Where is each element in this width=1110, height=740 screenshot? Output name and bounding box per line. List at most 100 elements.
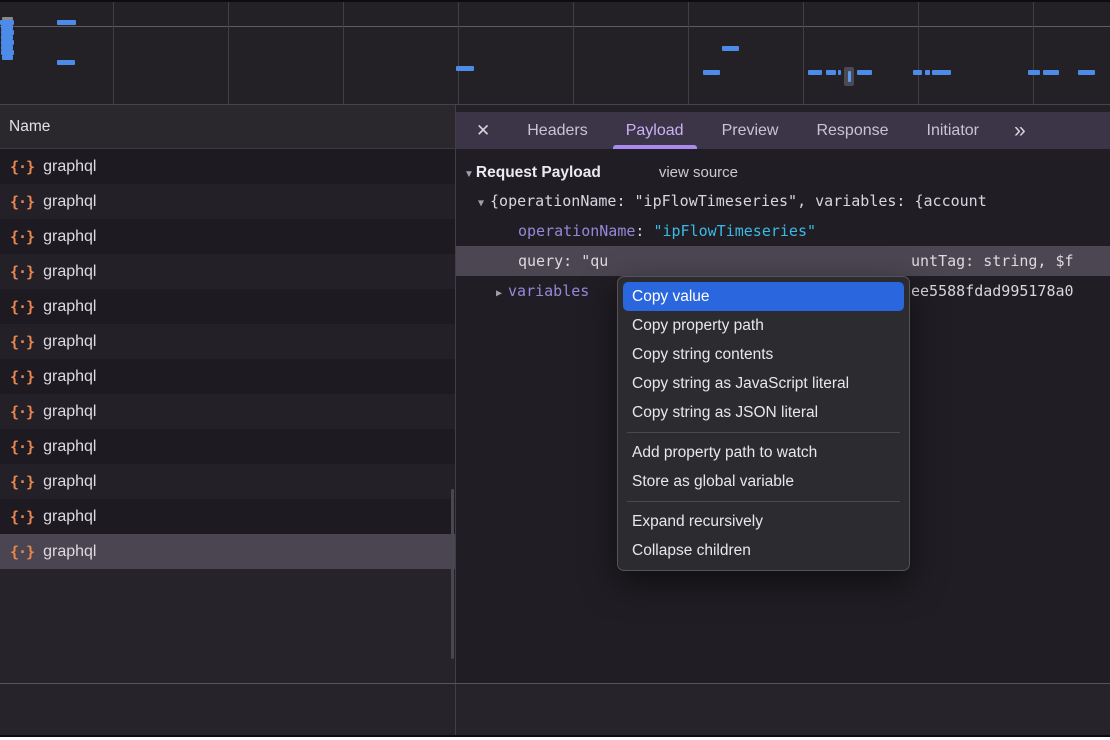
- overview-gridline: [458, 2, 459, 104]
- menu-item-expand-recursively[interactable]: Expand recursively: [618, 507, 909, 536]
- request-timing-bar: [838, 70, 841, 75]
- request-row[interactable]: {·} graphql: [0, 464, 455, 499]
- tab-response[interactable]: Response: [797, 112, 907, 149]
- menu-item-copy-string-as-json-literal[interactable]: Copy string as JSON literal: [618, 398, 909, 427]
- operation-name-row[interactable]: operationName: "ipFlowTimeseries": [456, 216, 1110, 246]
- menu-item-copy-value[interactable]: Copy value: [623, 282, 904, 311]
- overview-gridline: [113, 2, 114, 104]
- json-braces-icon: {·}: [10, 368, 34, 386]
- request-row[interactable]: {·} graphql: [0, 394, 455, 429]
- request-name-label: graphql: [43, 228, 96, 246]
- request-timing-bar: [913, 70, 922, 75]
- request-name-label: graphql: [43, 158, 96, 176]
- json-braces-icon: {·}: [10, 193, 34, 211]
- request-row[interactable]: {·} graphql: [0, 499, 455, 534]
- tab-preview[interactable]: Preview: [703, 112, 798, 149]
- request-name-label: graphql: [43, 193, 96, 211]
- menu-item-copy-string-contents[interactable]: Copy string contents: [618, 340, 909, 369]
- request-row[interactable]: {·}graphql: [0, 254, 455, 289]
- request-timing-bar: [1028, 70, 1040, 75]
- property-key: variables: [508, 282, 589, 300]
- json-braces-icon: {·}: [10, 508, 34, 526]
- expand-triangle-icon[interactable]: ▶: [496, 288, 502, 299]
- menu-item-copy-string-as-javascript-literal[interactable]: Copy string as JavaScript literal: [618, 369, 909, 398]
- column-header-name[interactable]: Name: [0, 105, 456, 149]
- tab-payload[interactable]: Payload: [607, 112, 703, 149]
- menu-separator: [627, 501, 900, 502]
- more-tabs-icon[interactable]: »: [1000, 119, 1040, 143]
- request-row[interactable]: {·} graphql: [0, 184, 455, 219]
- request-row[interactable]: {·} graphql: [0, 359, 455, 394]
- menu-item-add-property-path-to-watch[interactable]: Add property path to watch: [618, 438, 909, 467]
- query-right-text: untTag: string, $f: [911, 246, 1074, 276]
- request-name-label: graphql: [43, 368, 96, 386]
- overview-gridline: [918, 2, 919, 104]
- request-timing-bar: [722, 46, 739, 51]
- menu-separator: [627, 432, 900, 433]
- object-preview-row[interactable]: ▼{operationName: "ipFlowTimeseries", var…: [456, 186, 1110, 216]
- request-row[interactable]: {·} graphql: [0, 289, 455, 324]
- request-name-label: graphql: [43, 473, 96, 491]
- overview-gridline: [573, 2, 574, 104]
- menu-item-collapse-children[interactable]: Collapse children: [618, 536, 909, 565]
- json-braces-icon: {·}: [10, 333, 34, 351]
- overview-gridline: [688, 2, 689, 104]
- json-braces-icon: {·}: [10, 438, 34, 456]
- request-row[interactable]: {·}graphql: [0, 219, 455, 254]
- request-timing-bar: [826, 70, 836, 75]
- request-timing-bar: [925, 70, 930, 75]
- header-band: Name ✕ HeadersPayloadPreviewResponseInit…: [0, 105, 1110, 149]
- property-value: "ipFlowTimeseries": [653, 222, 816, 240]
- status-bar-left: [0, 684, 456, 735]
- tab-initiator[interactable]: Initiator: [908, 112, 998, 149]
- request-timing-bar: [932, 70, 951, 75]
- overview-gridline: [803, 2, 804, 104]
- request-timing-bar: [808, 70, 822, 75]
- query-row-selected[interactable]: query: "qu untTag: string, $f: [456, 246, 1110, 276]
- json-braces-icon: {·}: [10, 473, 34, 491]
- json-braces-icon: {·}: [10, 543, 34, 561]
- network-overview-timeline[interactable]: [0, 0, 1110, 105]
- request-name-label: graphql: [43, 543, 96, 561]
- expand-triangle-icon[interactable]: ▼: [478, 198, 484, 209]
- overview-gridline: [1033, 2, 1034, 104]
- section-title: Request Payload: [476, 164, 601, 182]
- menu-item-copy-property-path[interactable]: Copy property path: [618, 311, 909, 340]
- query-left-text: query: "qu: [518, 252, 608, 270]
- json-braces-icon: {·}: [10, 298, 34, 316]
- request-name-label: graphql: [43, 333, 96, 351]
- request-row[interactable]: {·} graphql: [0, 324, 455, 359]
- request-row[interactable]: {·} graphql: [0, 534, 455, 569]
- context-menu: Copy valueCopy property pathCopy string …: [617, 276, 910, 571]
- main-split: {·} graphql {·} graphql {·} graphql {·} graphql…: [0, 149, 1110, 683]
- request-name-label: graphql: [43, 403, 96, 421]
- request-timing-bar: [57, 60, 75, 65]
- devtools-network-panel: Name ✕ HeadersPayloadPreviewResponseInit…: [0, 0, 1110, 737]
- selected-request-marker: [844, 67, 854, 86]
- request-row[interactable]: {·} graphql: [0, 149, 455, 184]
- request-timing-bar: [57, 20, 76, 25]
- view-source-toggle[interactable]: view source: [659, 164, 738, 181]
- variables-right-text: ee5588fdad995178a0: [911, 276, 1074, 306]
- tab-headers[interactable]: Headers: [508, 112, 606, 149]
- request-row[interactable]: {·}graphql: [0, 429, 455, 464]
- json-braces-icon: {·}: [10, 403, 34, 421]
- requests-list: {·} graphql {·} graphql {·} graphql {·} graphql…: [0, 149, 456, 683]
- scrollbar-thumb[interactable]: [451, 489, 454, 659]
- collapse-triangle-icon: ▼: [464, 169, 474, 180]
- json-braces-icon: {·}: [10, 263, 34, 281]
- colon: :: [635, 222, 653, 240]
- overview-gridline: [343, 2, 344, 104]
- status-bar: [0, 683, 1110, 735]
- request-name-label: graphql: [43, 508, 96, 526]
- request-timing-bar: [2, 55, 13, 60]
- menu-item-store-as-global-variable[interactable]: Store as global variable: [618, 467, 909, 496]
- close-icon[interactable]: ✕: [456, 121, 508, 141]
- request-timing-bar: [1078, 70, 1095, 75]
- request-timing-bar: [1043, 70, 1059, 75]
- json-braces-icon: {·}: [10, 158, 34, 176]
- request-name-label: graphql: [43, 298, 96, 316]
- property-key: operationName: [518, 222, 635, 240]
- request-payload-section-header[interactable]: ▼ Request Payload view source: [456, 149, 1110, 186]
- detail-tabbar: ✕ HeadersPayloadPreviewResponseInitiator…: [456, 105, 1110, 149]
